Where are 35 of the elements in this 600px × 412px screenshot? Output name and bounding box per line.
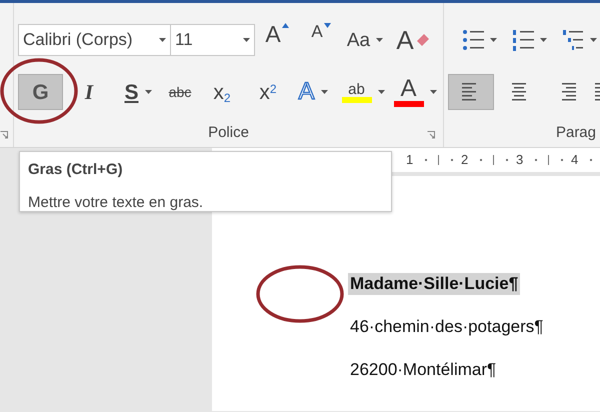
ruler-number: 1 <box>406 151 414 170</box>
font-name-field[interactable]: Calibri (Corps) <box>18 24 171 56</box>
document-line: 46·chemin·des·potagers¶ <box>350 316 544 338</box>
bold-button[interactable]: G <box>18 74 63 110</box>
group-label: Police <box>208 122 249 143</box>
align-icon <box>510 83 528 101</box>
caret-up-icon <box>282 23 289 28</box>
strikethrough-button[interactable]: abc <box>161 74 199 110</box>
group-label: Parag <box>556 122 596 143</box>
highlight-button[interactable]: ab <box>335 74 391 110</box>
numbered-list-icon <box>513 30 534 50</box>
align-left-button[interactable] <box>448 74 494 110</box>
script-button[interactable]: x$_{2}$ <box>199 74 245 110</box>
dialog-launcher-icon <box>0 131 8 139</box>
ruler-number: 3 <box>516 151 524 170</box>
bullet-list-icon <box>463 30 484 50</box>
caret-icon <box>243 38 250 42</box>
italic-button[interactable]: I <box>63 74 115 110</box>
clear-formatting-button[interactable]: A <box>391 22 435 58</box>
document-line: 26200·Montélimar¶ <box>350 359 496 381</box>
font-color-button[interactable]: A <box>391 74 439 110</box>
font-size-field[interactable]: 11 <box>171 24 255 56</box>
change-case-button[interactable]: Aa <box>343 22 387 58</box>
tooltip-description: Mettre votre texte en gras. <box>28 192 204 212</box>
underline-button[interactable]: S <box>115 74 161 110</box>
script-button[interactable]: x$^{2}$ <box>245 74 291 110</box>
ruler-number: 4 <box>571 151 578 170</box>
ruler-number: 2 <box>461 151 468 170</box>
dialog-launcher-icon <box>427 131 435 139</box>
tooltip-title: Gras (Ctrl+G) <box>28 160 124 180</box>
caret-down-icon <box>324 23 331 28</box>
shrink-font-button[interactable]: A <box>299 22 343 58</box>
caret-icon <box>159 38 166 42</box>
numbered-list-icon <box>563 30 584 50</box>
grow-font-button[interactable]: A <box>255 22 299 58</box>
